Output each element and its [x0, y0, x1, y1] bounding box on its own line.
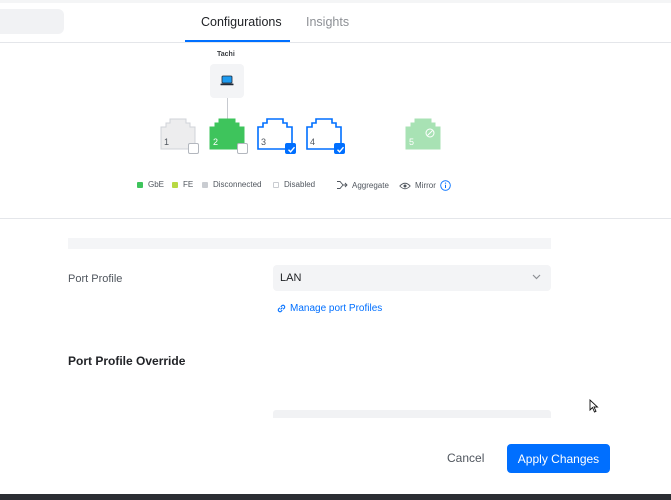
manage-port-profiles-link[interactable]: Manage port Profiles — [276, 303, 382, 314]
cancel-button[interactable]: Cancel — [447, 451, 484, 465]
search-box[interactable] — [0, 9, 64, 34]
aggregate-icon — [337, 181, 348, 189]
port-number: 3 — [261, 137, 267, 147]
taskbar — [0, 494, 671, 500]
legend-label: Disconnected — [213, 180, 262, 189]
device-node[interactable] — [210, 64, 244, 98]
manage-link-label: Manage port Profiles — [290, 303, 383, 314]
check-icon — [288, 146, 296, 153]
mouse-cursor-icon — [589, 399, 599, 413]
section-divider — [0, 218, 671, 219]
laptop-icon — [220, 75, 234, 86]
link-icon — [277, 304, 286, 313]
override-section-title: Port Profile Override — [68, 354, 186, 368]
port-4[interactable]: 4 — [306, 118, 345, 154]
fe-swatch — [172, 181, 178, 188]
eye-icon — [399, 182, 411, 189]
port-profile-select[interactable]: LAN — [273, 265, 551, 291]
port-checkbox-checked[interactable] — [285, 143, 296, 154]
chevron-down-icon — [532, 274, 541, 280]
port-number: 2 — [213, 137, 219, 147]
tabs-divider — [0, 42, 671, 43]
legend-label: Aggregate — [352, 180, 389, 190]
port-number: 5 — [409, 137, 415, 147]
uplink-line — [227, 98, 228, 119]
override-input[interactable] — [273, 410, 551, 418]
port-1[interactable]: 1 — [160, 118, 199, 154]
port-checkbox[interactable] — [237, 143, 248, 154]
port-profile-value: LAN — [280, 272, 302, 284]
port-profile-label: Port Profile — [68, 273, 123, 285]
gbe-swatch — [137, 181, 143, 188]
port-number: 1 — [164, 137, 170, 147]
collapsed-panel — [68, 238, 551, 249]
legend-disabled: Disabled — [273, 180, 315, 189]
legend-fe: FE — [172, 180, 193, 189]
port-number: 4 — [310, 137, 316, 147]
port-checkbox-checked[interactable] — [334, 143, 345, 154]
disabled-swatch — [273, 181, 279, 188]
port-checkbox[interactable] — [188, 143, 199, 154]
port-3[interactable]: 3 — [257, 118, 296, 154]
info-icon[interactable] — [440, 180, 451, 191]
apply-changes-button[interactable]: Apply Changes — [507, 444, 610, 473]
device-name: Tachi — [217, 51, 235, 58]
port-2[interactable]: 2 — [209, 118, 248, 154]
legend-label: GbE — [148, 180, 165, 189]
legend-mirror: Mirror — [399, 180, 451, 191]
tab-insights[interactable]: Insights — [306, 15, 349, 29]
disconnected-swatch — [202, 181, 208, 188]
legend-gbe: GbE — [137, 180, 164, 189]
top-strip — [0, 0, 671, 3]
check-icon — [337, 146, 345, 153]
legend-label: Mirror — [415, 181, 436, 190]
tab-configurations[interactable]: Configurations — [201, 15, 282, 29]
port-5[interactable]: 5 — [405, 118, 443, 154]
legend-aggregate: Aggregate — [336, 180, 389, 190]
legend-disconnected: Disconnected — [202, 180, 261, 189]
ethernet-port-icon — [405, 118, 441, 150]
legend-label: FE — [183, 180, 194, 189]
legend-label: Disabled — [284, 180, 316, 189]
